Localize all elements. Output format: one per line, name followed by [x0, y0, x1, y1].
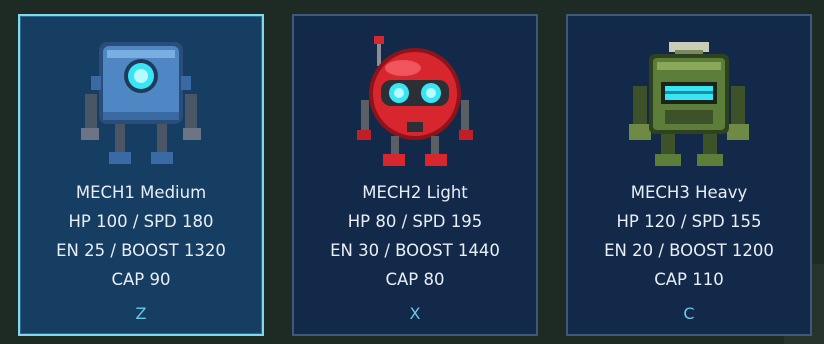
blue-robot-icon [81, 42, 201, 164]
mech-key-hint: Z [135, 304, 147, 323]
mech-stats-hp-spd: HP 80 / SPD 195 [347, 212, 483, 231]
green-robot-icon [629, 42, 749, 166]
mech-stats-en-boost: EN 20 / BOOST 1200 [604, 241, 774, 260]
mech-card-3[interactable]: MECH3 Heavy HP 120 / SPD 155 EN 20 / BOO… [566, 14, 812, 336]
mech-key-hint: C [683, 304, 695, 323]
red-robot-icon [357, 36, 473, 166]
mech-stats-en-boost: EN 30 / BOOST 1440 [330, 241, 500, 260]
mech-stats-cap: CAP 110 [654, 270, 724, 289]
mech-name: MECH3 Heavy [630, 183, 748, 202]
mech-stats-cap: CAP 90 [111, 270, 171, 289]
mech-stats-hp-spd: HP 100 / SPD 180 [68, 212, 214, 231]
mech-card-2[interactable]: MECH2 Light HP 80 / SPD 195 EN 30 / BOOS… [292, 14, 538, 336]
mech-select-screen: MECH1 Medium HP 100 / SPD 180 EN 25 / BO… [0, 0, 824, 344]
mech-card-1[interactable]: MECH1 Medium HP 100 / SPD 180 EN 25 / BO… [18, 14, 264, 336]
mech-stats-cap: CAP 80 [385, 270, 445, 289]
mech-key-hint: X [409, 304, 421, 323]
mech-stats-hp-spd: HP 120 / SPD 155 [616, 212, 762, 231]
mech-name: MECH1 Medium [75, 183, 207, 202]
mech-name: MECH2 Light [362, 183, 468, 202]
mech-stats-en-boost: EN 25 / BOOST 1320 [56, 241, 226, 260]
